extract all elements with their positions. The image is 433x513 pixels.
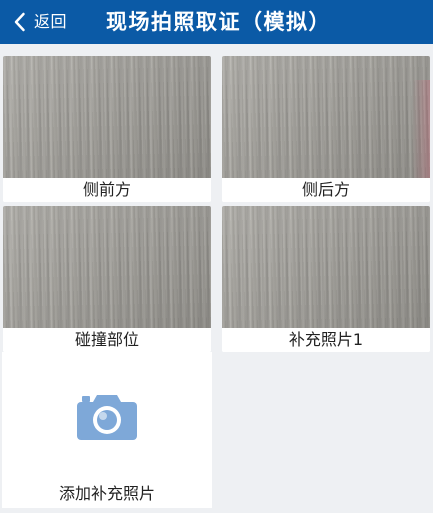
- photo-thumbnail: [3, 206, 211, 328]
- back-button[interactable]: 返回: [12, 0, 67, 44]
- photo-caption: 碰撞部位: [3, 328, 211, 352]
- photo-card-extra-photo-1[interactable]: 补充照片1: [222, 206, 430, 352]
- photo-caption: 侧前方: [3, 178, 211, 202]
- camera-icon: [77, 395, 137, 440]
- photo-edge-shade: [412, 80, 430, 190]
- page-title: 现场拍照取证（模拟）: [106, 10, 331, 34]
- photo-caption: 补充照片1: [222, 328, 430, 352]
- app-screen: 返回 现场拍照取证（模拟） 侧前方 侧后方 碰撞部位 补充照片1 添加补充照片: [0, 0, 433, 513]
- photo-card-front-side[interactable]: 侧前方: [3, 56, 211, 202]
- add-photo-button[interactable]: 添加补充照片: [2, 352, 212, 508]
- photo-caption: 侧后方: [222, 178, 430, 202]
- photo-thumbnail: [3, 56, 211, 178]
- back-label: 返回: [34, 12, 68, 31]
- photo-thumbnail: [222, 206, 430, 328]
- add-photo-label: 添加补充照片: [58, 484, 155, 503]
- photo-card-collision-area[interactable]: 碰撞部位: [3, 206, 211, 352]
- photo-card-rear-side[interactable]: 侧后方: [222, 56, 430, 202]
- top-bar: 返回 现场拍照取证（模拟）: [0, 0, 433, 44]
- photo-thumbnail: [222, 56, 430, 190]
- chevron-left-icon: [14, 12, 25, 32]
